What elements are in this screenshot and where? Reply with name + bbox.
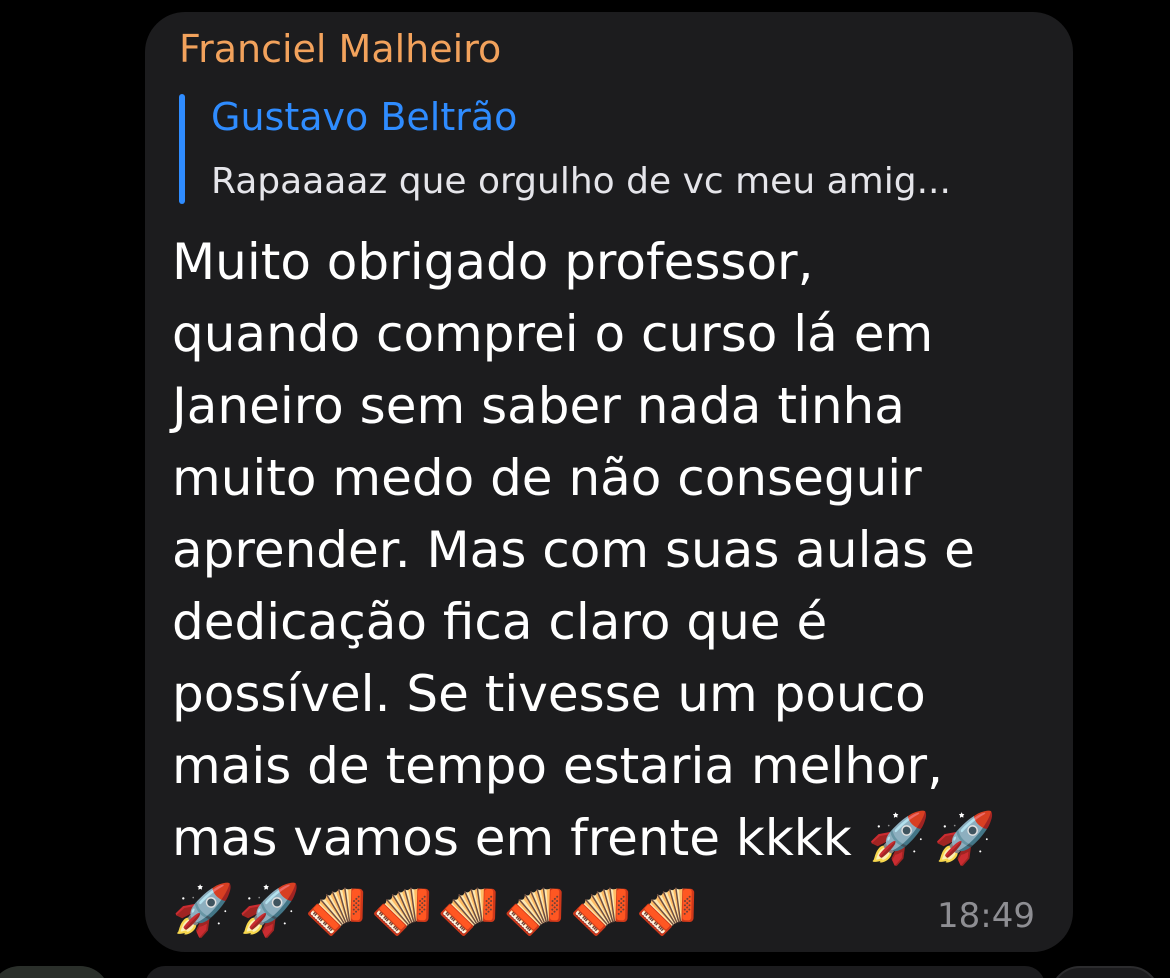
reply-author: Gustavo Beltrão: [211, 95, 518, 139]
reply-quote-bar: [179, 94, 185, 204]
message-text: Muito obrigado professor, quando comprei…: [172, 226, 1032, 946]
message-timestamp: 18:49: [937, 896, 1035, 936]
reply-preview[interactable]: Gustavo Beltrão Rapaaaaz que orgulho de …: [179, 94, 1039, 204]
message-bubble[interactable]: Franciel Malheiro Gustavo Beltrão Rapaaa…: [145, 12, 1073, 952]
avatar[interactable]: [0, 966, 110, 978]
emoji-row: 🚀🚀🪗🪗🪗🪗🪗🪗: [172, 881, 703, 939]
sender-name[interactable]: Franciel Malheiro: [179, 26, 501, 72]
reply-text: Rapaaaaz que orgulho de vc meu amig...: [211, 161, 951, 202]
rocket-icon: 🚀🚀: [867, 809, 1001, 867]
message-body: Muito obrigado professor, quando comprei…: [172, 233, 975, 867]
next-message-bubble[interactable]: [145, 966, 1045, 978]
chat-view: Franciel Malheiro Gustavo Beltrão Rapaaa…: [0, 0, 1170, 978]
scroll-down-button[interactable]: [1050, 966, 1160, 978]
